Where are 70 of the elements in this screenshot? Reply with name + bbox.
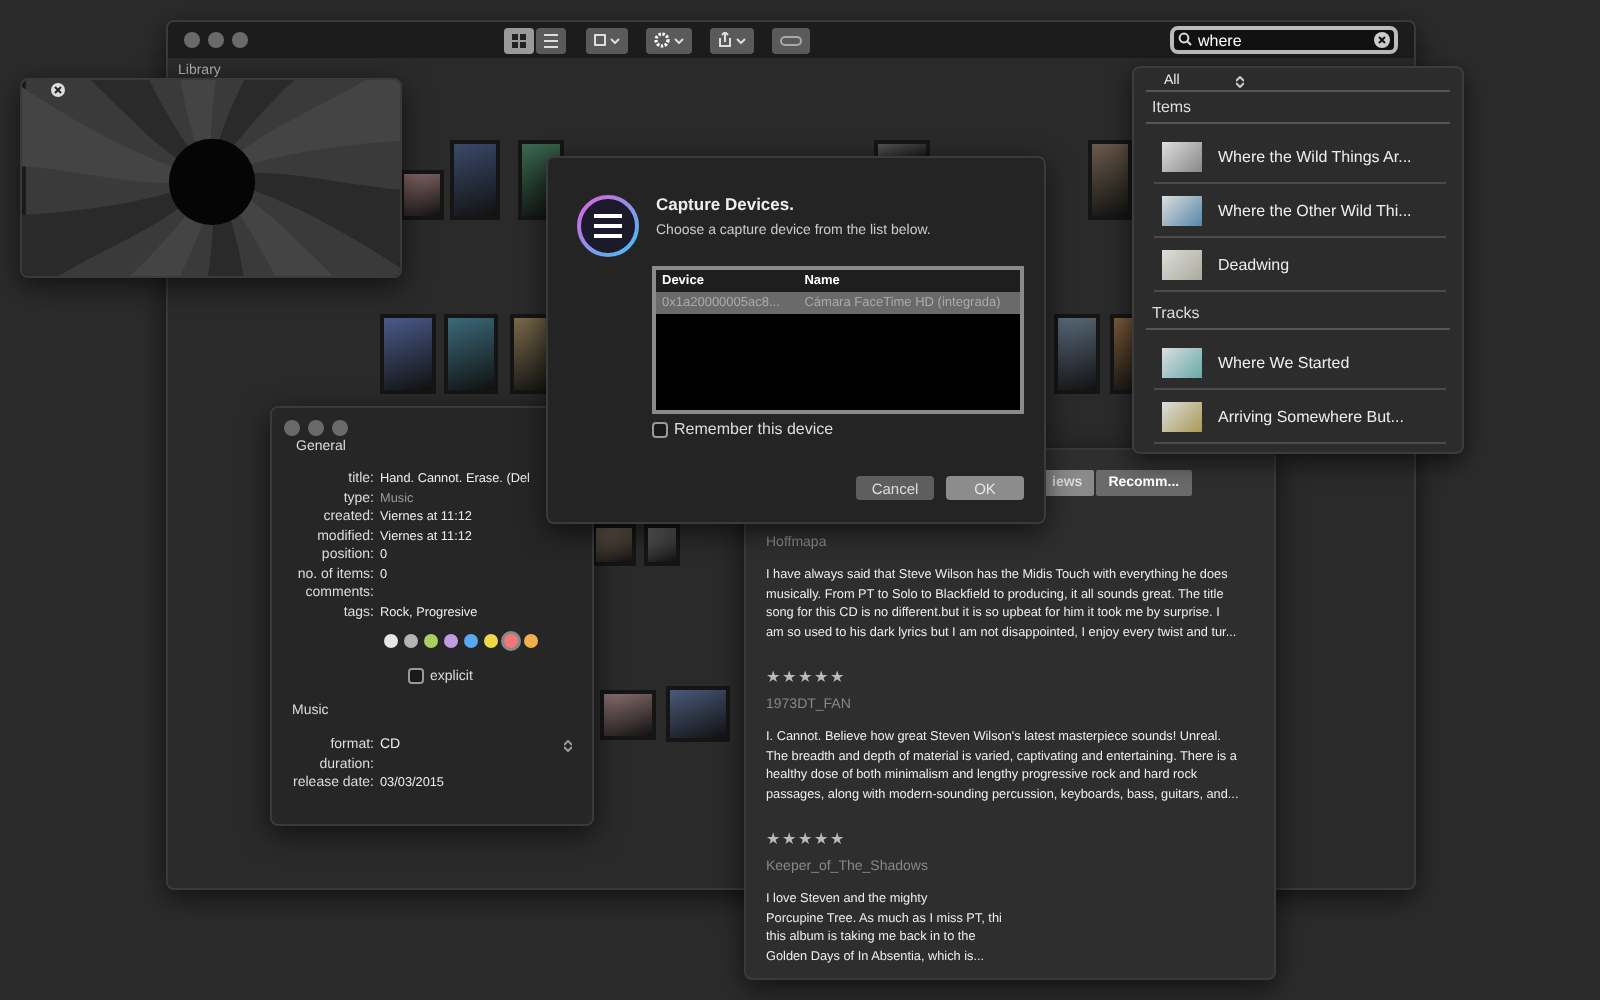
search-result[interactable]: Where the Other Wild Thi... [1154,186,1446,238]
poster-placeholder[interactable] [1054,314,1100,394]
poster-placeholder[interactable] [400,170,444,220]
thumbnail-placeholder [1162,142,1202,172]
minimize-dot[interactable] [308,420,324,436]
close-dot[interactable] [284,420,300,436]
toggle-button[interactable] [772,27,810,53]
star-icon: ★ [830,830,844,848]
list-view-button[interactable] [536,27,566,53]
stepper-icon [564,740,572,753]
star-icon: ★ [830,668,844,686]
search-result[interactable]: Where the Wild Things Ar... [1154,132,1446,184]
tag-dot[interactable] [404,634,418,648]
star-icon: ★ [798,668,812,686]
gear-icon [654,32,670,48]
star-icon: ★ [782,668,796,686]
caret-icon [736,37,746,43]
poster-placeholder[interactable] [380,314,436,394]
poster-placeholder[interactable] [644,524,680,566]
arrange-button[interactable] [586,27,628,53]
star-icon: ★ [766,668,780,686]
minimize-dot[interactable] [208,32,224,48]
poster-placeholder[interactable] [666,686,730,742]
grid-view-button[interactable] [504,27,534,53]
tag-dot[interactable] [424,634,438,648]
search-result[interactable]: Arriving Somewhere But... [1154,392,1446,444]
search-result[interactable]: Deadwing [1154,240,1446,292]
pill-icon [780,35,802,45]
caret-icon [610,37,620,43]
zoom-dot[interactable] [332,420,348,436]
thumbnail-placeholder [1162,250,1202,280]
search-field[interactable]: where [1170,26,1398,54]
close-icon[interactable] [50,82,66,98]
search-result[interactable]: Where We Started [1154,338,1446,390]
checkbox-label: Remember this device [674,420,834,438]
checkbox[interactable] [652,421,668,437]
poster-placeholder[interactable] [444,314,498,394]
poster-placeholder[interactable] [450,140,500,220]
close-dot[interactable] [184,32,200,48]
tag-dot[interactable] [444,634,458,648]
poster-placeholder[interactable] [1088,140,1132,220]
settings-button[interactable] [646,27,692,53]
list-icon [544,33,558,47]
tag-dot[interactable] [384,634,398,648]
poster-placeholder[interactable] [592,524,636,566]
stepper-icon [1235,75,1244,87]
star-icon: ★ [814,830,828,848]
search-icon [1178,32,1192,46]
star-icon: ★ [814,668,828,686]
tag-dot[interactable] [524,634,538,648]
checkbox[interactable] [408,668,424,684]
poster-placeholder[interactable] [600,690,656,740]
caret-icon [674,37,684,43]
section-header: Items [1146,92,1450,124]
dialog-title: Capture Devices. [656,194,796,214]
clear-icon[interactable] [1374,32,1390,48]
thumbnail-placeholder [1162,348,1202,378]
zoom-dot[interactable] [232,32,248,48]
star-icon: ★ [782,830,796,848]
menu-icon [576,194,640,258]
share-button[interactable] [710,27,754,53]
tag-dot[interactable] [484,634,498,648]
thumbnail-placeholder [1162,196,1202,226]
section-header: Tracks [1146,298,1450,330]
tag-dot[interactable] [504,634,518,648]
thumbnail-placeholder [1162,402,1202,432]
share-icon [718,32,732,48]
tag-dot[interactable] [464,634,478,648]
star-icon: ★ [798,830,812,848]
star-icon: ★ [766,830,780,848]
